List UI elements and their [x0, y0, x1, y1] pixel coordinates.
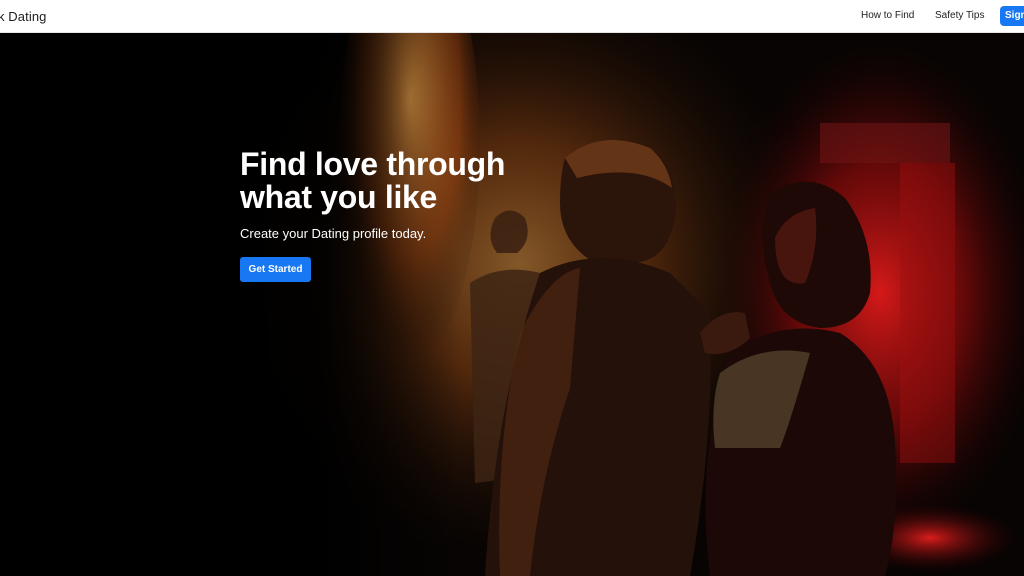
- hero-headline-line-2: what you like: [240, 179, 438, 215]
- sign-in-button[interactable]: Sign: [1000, 6, 1024, 26]
- top-nav-bar: book Dating How to Find Safety Tips Sign: [0, 0, 1024, 33]
- hero-headline-line-1: Find love through: [240, 146, 506, 182]
- nav-link-safety-tips[interactable]: Safety Tips: [935, 10, 984, 21]
- get-started-button[interactable]: Get Started: [240, 257, 311, 282]
- hero-subheading: Create your Dating profile today.: [240, 226, 427, 241]
- hero-background-image: [0, 33, 1024, 576]
- hero-section: Find love through what you like Create y…: [0, 33, 1024, 576]
- brand-logo-text[interactable]: book Dating: [0, 9, 46, 24]
- nav-link-how-to-find[interactable]: How to Find: [861, 10, 914, 21]
- hero-headline: Find love through what you like: [240, 148, 570, 214]
